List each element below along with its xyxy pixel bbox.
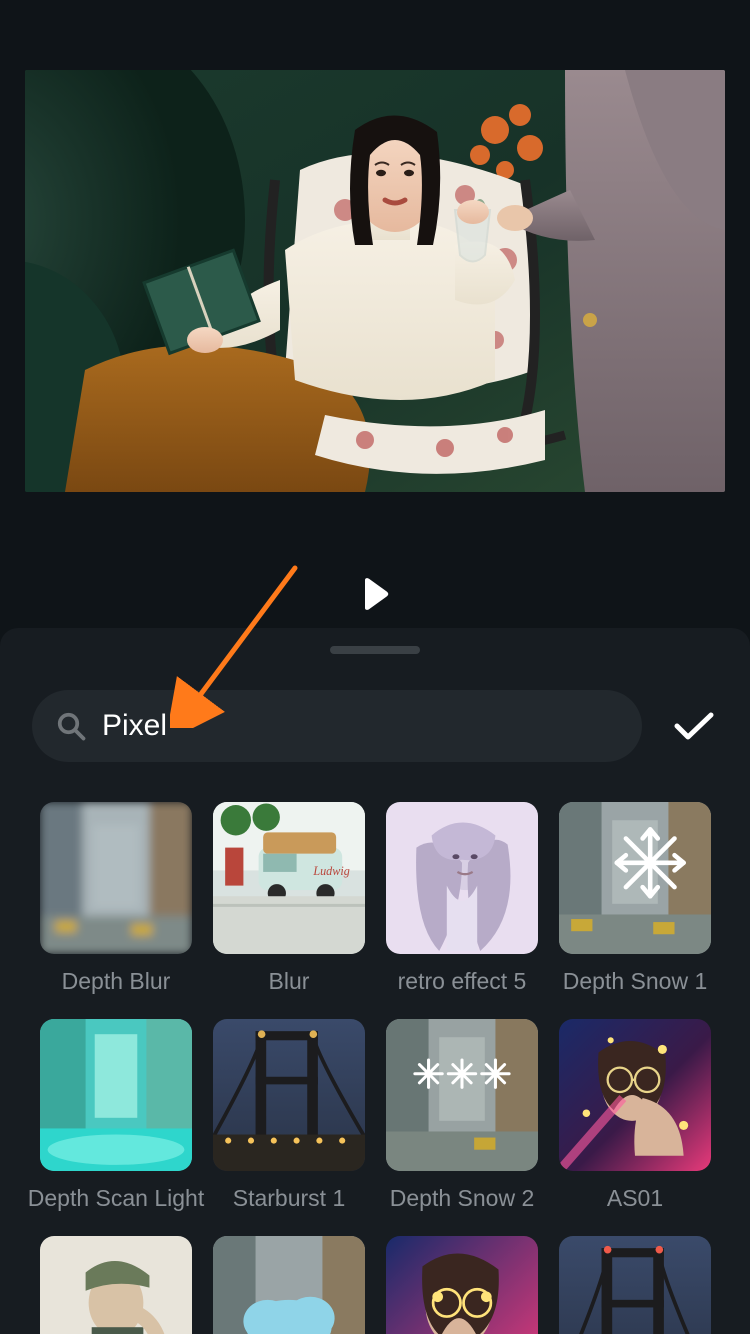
play-button[interactable] [357, 576, 393, 612]
effect-thumb [40, 1236, 192, 1334]
effect-thumb [386, 802, 538, 954]
effect-blur[interactable]: Ludwig Blur [213, 802, 365, 995]
effect-depth-blur[interactable]: Depth Blur [40, 802, 192, 995]
effect-thumb [213, 1019, 365, 1171]
video-preview[interactable] [25, 70, 725, 492]
effect-thumb [559, 802, 711, 954]
screen: Depth Blur Ludwig [0, 0, 750, 1334]
effect-thumb [386, 1236, 538, 1334]
search-input[interactable] [102, 709, 618, 743]
effect-depth-scan-light[interactable]: Depth Scan Light [40, 1019, 192, 1212]
effect-depth-snow-1[interactable]: Depth Snow 1 [559, 802, 711, 995]
effect-depth-snow-2[interactable]: Depth Snow 2 [386, 1019, 538, 1212]
effects-panel: Depth Blur Ludwig [0, 628, 750, 1334]
confirm-button[interactable] [670, 702, 718, 750]
effect-thumb [559, 1019, 711, 1171]
effects-grid: Depth Blur Ludwig [0, 802, 750, 1334]
effect-label: retro effect 5 [398, 968, 527, 995]
effect-label: Starburst 1 [233, 1185, 346, 1212]
effect-starburst-1[interactable]: Starburst 1 [213, 1019, 365, 1212]
effect-thumb [40, 802, 192, 954]
effect-label: Depth Scan Light [28, 1185, 204, 1212]
effect-label: Depth Snow 2 [390, 1185, 534, 1212]
effect-item[interactable] [40, 1236, 192, 1334]
svg-text:Ludwig: Ludwig [312, 864, 349, 878]
search-row [0, 690, 750, 762]
effect-label: Depth Snow 1 [563, 968, 707, 995]
effect-item[interactable] [386, 1236, 538, 1334]
effect-thumb [40, 1019, 192, 1171]
effect-label: AS01 [607, 1185, 663, 1212]
effect-retro-5[interactable]: retro effect 5 [386, 802, 538, 995]
effect-thumb: Ludwig [213, 802, 365, 954]
effect-thumb [386, 1019, 538, 1171]
search-box[interactable] [32, 690, 642, 762]
search-icon [56, 711, 86, 741]
preview-area [0, 0, 750, 628]
effect-as01[interactable]: AS01 [559, 1019, 711, 1212]
effect-thumb [559, 1236, 711, 1334]
effect-label: Blur [269, 968, 310, 995]
effect-label: Depth Blur [62, 968, 171, 995]
drag-handle[interactable] [330, 646, 420, 654]
effect-item[interactable] [213, 1236, 365, 1334]
effect-item[interactable] [559, 1236, 711, 1334]
effect-thumb [213, 1236, 365, 1334]
